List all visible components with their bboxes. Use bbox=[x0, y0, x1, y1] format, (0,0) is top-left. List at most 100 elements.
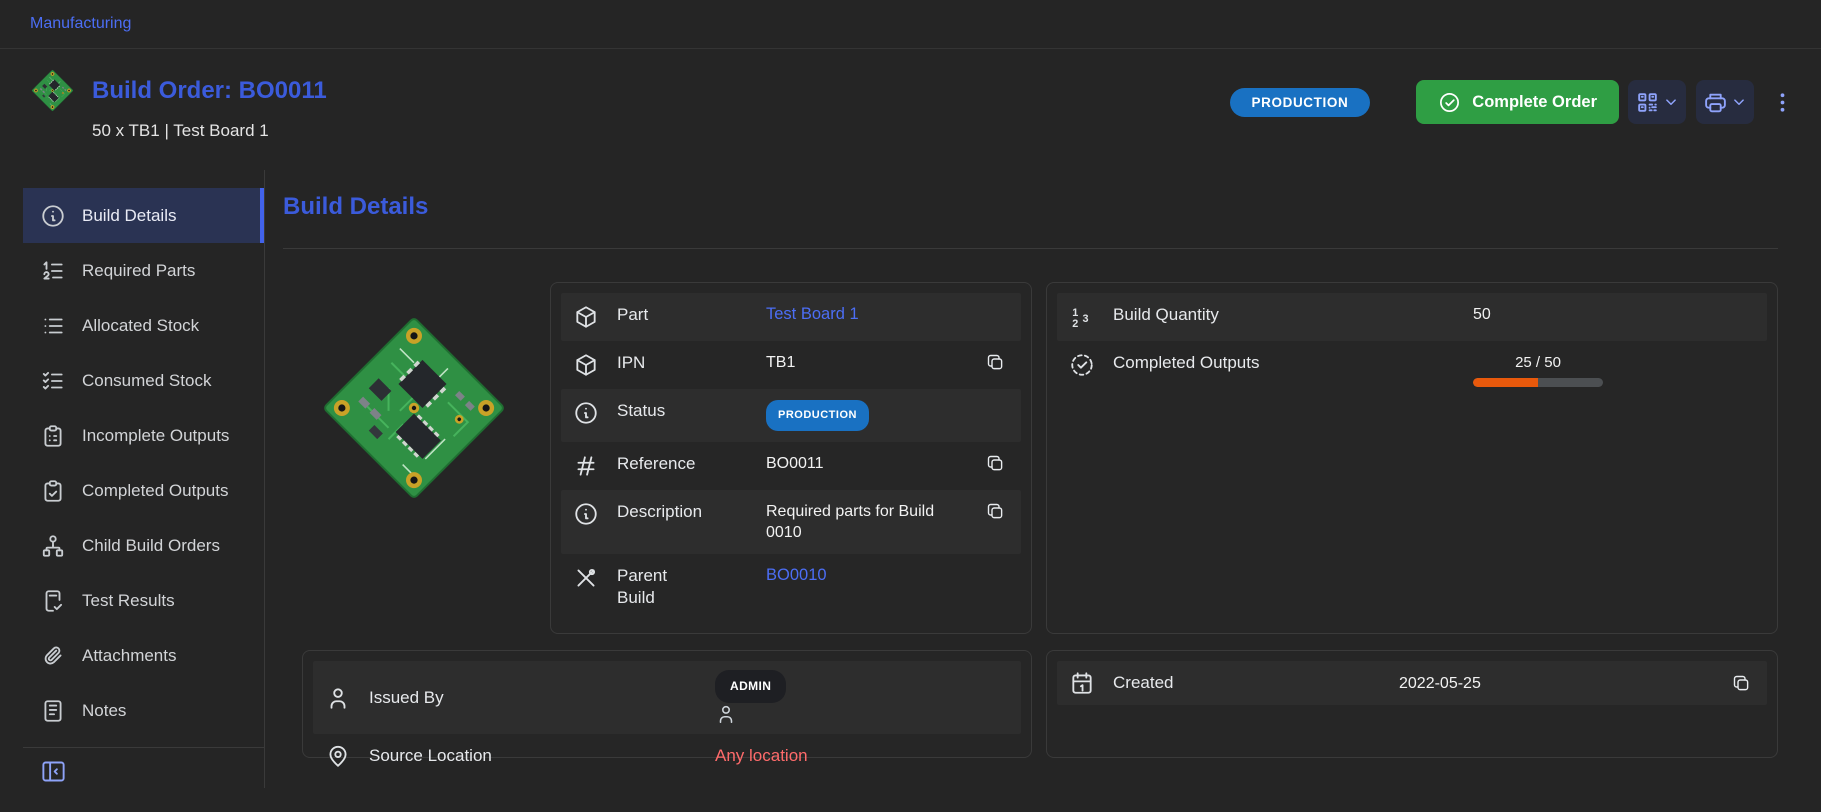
top-row: PartTest Board 1IPNTB1StatusPRODUCTIONRe… bbox=[294, 282, 1032, 634]
copy-button[interactable] bbox=[982, 352, 1009, 373]
page-subtitle: 50 x TB1 | Test Board 1 bbox=[92, 121, 327, 141]
created-details-panel: Created 2022-05-25 bbox=[1046, 650, 1778, 758]
detail-value: 2022-05-25 bbox=[1399, 673, 1728, 694]
sidebar-collapse-button[interactable] bbox=[38, 756, 69, 787]
sidebar: Build Details Required Parts Allocated Sto… bbox=[23, 170, 265, 788]
detail-label: Description bbox=[617, 501, 702, 523]
pcb-image bbox=[294, 288, 534, 528]
detail-label: Reference bbox=[617, 453, 695, 475]
detail-link-bo0010[interactable]: BO0010 bbox=[766, 566, 827, 584]
sidebar-collapse-icon bbox=[40, 758, 67, 785]
detail-row-parent-build: Parent BuildBO0010 bbox=[561, 554, 1021, 620]
sidebar-collapse-icon bbox=[40, 758, 67, 785]
sidebar-item-attachments[interactable]: Attachments bbox=[23, 628, 264, 683]
divider bbox=[283, 248, 1778, 249]
progress-check-icon bbox=[1069, 352, 1095, 378]
status-badge: PRODUCTION bbox=[1230, 88, 1371, 117]
detail-row-description: Description Required parts for Build 0010 bbox=[561, 490, 1021, 554]
progress: 25 / 50 bbox=[1473, 352, 1603, 387]
sidebar-item-consumed-stock[interactable]: Consumed Stock bbox=[23, 353, 264, 408]
sidebar-item-child-build-orders[interactable]: Child Build Orders bbox=[23, 518, 264, 573]
chevron-down-icon bbox=[1730, 93, 1748, 111]
sidebar-item-label: Completed Outputs bbox=[82, 481, 228, 501]
svg-text:3: 3 bbox=[1083, 313, 1089, 325]
detail-row-source-location: Source LocationAny location bbox=[313, 734, 1021, 778]
detail-value-text: Any location bbox=[715, 746, 808, 765]
complete-order-button[interactable]: Complete Order bbox=[1416, 80, 1619, 124]
detail-value: Required parts for Build 0010 bbox=[766, 501, 982, 543]
progress-bar bbox=[1473, 378, 1603, 387]
detail-value: BO0010 bbox=[766, 565, 1009, 586]
part-image[interactable] bbox=[294, 288, 534, 528]
detail-value: TB1 bbox=[766, 352, 982, 373]
sidebar-item-label: Required Parts bbox=[82, 261, 195, 281]
map-pin-icon bbox=[325, 743, 351, 769]
detail-label: Completed Outputs bbox=[1113, 353, 1259, 372]
paperclip-icon bbox=[40, 643, 66, 669]
printer-icon bbox=[1703, 90, 1728, 115]
sidebar-item-label: Test Results bbox=[82, 591, 175, 611]
sidebar-item-incomplete-outputs[interactable]: Incomplete Outputs bbox=[23, 408, 264, 463]
sidebar-item-notes[interactable]: Notes bbox=[23, 683, 264, 738]
sidebar-item-completed-outputs[interactable]: Completed Outputs bbox=[23, 463, 264, 518]
info-circle-icon bbox=[573, 501, 599, 527]
status-badge: PRODUCTION bbox=[766, 400, 869, 431]
copy-button[interactable] bbox=[982, 501, 1009, 522]
box-icon bbox=[573, 304, 599, 330]
detail-label: Issued By bbox=[369, 688, 444, 707]
right-column: 123Build Quantity50Completed Outputs25 /… bbox=[1046, 282, 1778, 758]
clipboard-list-icon bbox=[40, 423, 66, 449]
calendar-icon bbox=[1069, 670, 1095, 696]
copy-icon bbox=[985, 352, 1006, 373]
build-order-page: Manufacturing Build Order: BO0011 50 x T… bbox=[0, 0, 1821, 812]
sidebar-item-required-parts[interactable]: Required Parts bbox=[23, 243, 264, 298]
sidebar-item-build-details[interactable]: Build Details bbox=[23, 188, 264, 243]
detail-row-issued-by: Issued By ADMIN bbox=[313, 661, 1021, 734]
detail-value-text: BO0011 bbox=[766, 453, 824, 474]
copy-icon bbox=[985, 501, 1006, 522]
detail-row-status: Status PRODUCTION bbox=[561, 389, 1021, 442]
copy-button[interactable] bbox=[1728, 673, 1755, 694]
sidebar-divider bbox=[23, 747, 264, 748]
breadcrumb-link-manufacturing[interactable]: Manufacturing bbox=[30, 15, 131, 33]
pcb-image bbox=[25, 63, 80, 118]
list-icon bbox=[40, 313, 66, 339]
barcode-actions-button[interactable] bbox=[1628, 80, 1686, 124]
svg-text:2: 2 bbox=[1072, 318, 1078, 330]
header-text: Build Order: BO0011 50 x TB1 | Test Boar… bbox=[92, 62, 327, 170]
left-column: PartTest Board 1IPNTB1StatusPRODUCTIONRe… bbox=[283, 282, 1032, 758]
chevron-down-icon bbox=[1730, 93, 1748, 111]
detail-label: Status bbox=[617, 400, 665, 422]
sidebar-item-test-results[interactable]: Test Results bbox=[23, 573, 264, 628]
breadcrumb: Manufacturing bbox=[0, 0, 1821, 49]
sitemap-icon bbox=[40, 533, 66, 559]
copy-button[interactable] bbox=[982, 453, 1009, 474]
page-body: Build Details Required Parts Allocated Sto… bbox=[0, 170, 1821, 812]
detail-label: IPN bbox=[617, 352, 645, 374]
page-header: Build Order: BO0011 50 x TB1 | Test Boar… bbox=[0, 49, 1821, 170]
part-thumbnail-image[interactable] bbox=[25, 63, 80, 118]
sidebar-item-label: Attachments bbox=[82, 646, 177, 666]
copy-icon bbox=[1731, 673, 1752, 694]
detail-value-text: Required parts for Build 0010 bbox=[766, 501, 948, 543]
sidebar-item-label: Incomplete Outputs bbox=[82, 426, 229, 446]
printer-icon bbox=[1703, 90, 1728, 115]
qr-code-icon bbox=[1635, 90, 1660, 115]
sidebar-item-allocated-stock[interactable]: Allocated Stock bbox=[23, 298, 264, 353]
detail-value: 50 bbox=[1473, 304, 1755, 325]
detail-row-ipn: IPN TB1 bbox=[561, 341, 1021, 389]
detail-value: PRODUCTION bbox=[766, 400, 1009, 431]
tools-icon bbox=[573, 565, 599, 591]
circle-check-icon bbox=[1438, 91, 1461, 114]
sidebar-item-label: Consumed Stock bbox=[82, 371, 211, 391]
print-actions-button[interactable] bbox=[1696, 80, 1754, 124]
hash-icon bbox=[573, 453, 599, 479]
sidebar-item-label: Notes bbox=[82, 701, 126, 721]
notes-icon bbox=[40, 698, 66, 724]
detail-link-test-board-1[interactable]: Test Board 1 bbox=[766, 305, 859, 323]
detail-label: Created bbox=[1113, 673, 1173, 692]
more-actions-button[interactable] bbox=[1770, 84, 1795, 120]
detail-value: 25 / 50 bbox=[1473, 352, 1755, 387]
user-badge: ADMIN bbox=[715, 670, 786, 703]
copy-icon bbox=[985, 453, 1006, 474]
